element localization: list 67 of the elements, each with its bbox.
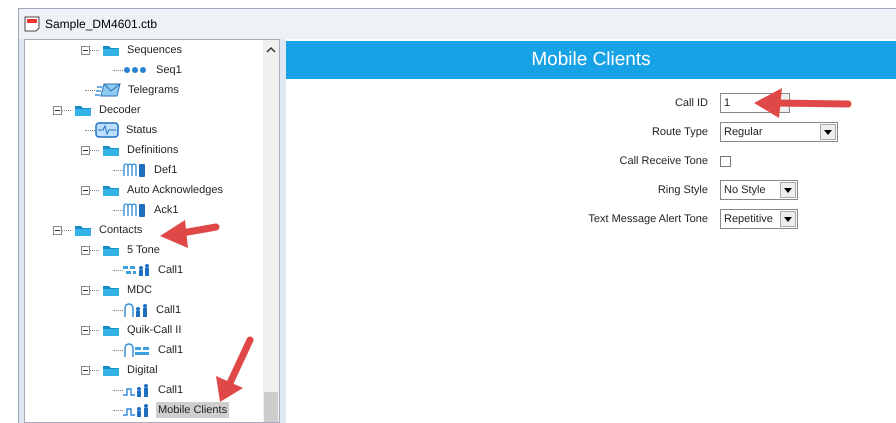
field-label: Call ID — [674, 97, 709, 109]
scroll-thumb[interactable] — [264, 392, 278, 422]
tree-item[interactable]: Contacts — [97, 222, 144, 238]
panel-header: Mobile Clients — [286, 39, 896, 79]
pulse-people-icon — [123, 382, 151, 398]
tree-item[interactable]: Digital — [125, 362, 160, 378]
tree-item[interactable]: Call1 — [156, 382, 186, 398]
arrow-annotation — [216, 336, 254, 402]
wave-radio-icon — [123, 162, 147, 178]
tree-item[interactable]: Def1 — [152, 162, 180, 178]
folder-icon — [102, 363, 120, 377]
tree-item[interactable]: Call1 — [156, 262, 186, 278]
folder-icon — [74, 103, 92, 117]
field-label: Call Receive Tone — [618, 155, 709, 167]
folder-icon — [102, 243, 120, 257]
collapse-toggle[interactable] — [81, 326, 90, 334]
tree-item[interactable]: Mobile Clients — [156, 402, 230, 418]
pulse-people-icon — [123, 402, 151, 418]
arch-bars-icon — [123, 342, 151, 358]
folder-icon — [102, 43, 120, 57]
collapse-toggle[interactable] — [81, 246, 90, 254]
window-title: Sample_DM4601.ctb — [45, 17, 158, 31]
folder-icon — [74, 223, 92, 237]
dropdown-arrow-icon[interactable] — [784, 188, 792, 192]
tree-item[interactable]: Auto Acknowledges — [125, 182, 226, 198]
dots-icon — [123, 65, 149, 75]
tree-item[interactable]: Ack1 — [152, 202, 180, 218]
folder-icon — [102, 323, 120, 337]
collapse-toggle[interactable] — [81, 186, 90, 194]
tree-item[interactable]: 5 Tone — [125, 242, 162, 258]
field-label: Route Type — [650, 126, 709, 138]
folder-icon — [102, 183, 120, 197]
tree-item[interactable]: Call1 — [154, 302, 184, 318]
dropdown[interactable]: No Style — [720, 180, 798, 200]
checkbox[interactable] — [720, 156, 731, 166]
tree-item[interactable]: Decoder — [97, 102, 143, 118]
dropdown[interactable]: Repetitive — [720, 209, 798, 229]
envelope-icon — [95, 83, 121, 97]
collapse-toggle[interactable] — [53, 226, 62, 234]
tree-item[interactable]: Call1 — [156, 342, 186, 358]
tree-item[interactable]: Telegrams — [126, 82, 181, 98]
tree-item[interactable]: MDC — [125, 282, 154, 298]
tree-item[interactable]: Seq1 — [154, 62, 184, 78]
dropdown-arrow-icon[interactable] — [824, 130, 832, 134]
scrollbar[interactable] — [263, 40, 279, 422]
tone-people-icon — [123, 263, 151, 277]
dropdown-arrow-icon[interactable] — [784, 216, 792, 222]
arch-people-icon — [123, 302, 149, 318]
collapse-toggle[interactable] — [81, 46, 90, 54]
wave-radio-icon — [123, 202, 147, 218]
document-icon — [24, 16, 40, 32]
field-label: Text Message Alert Tone — [587, 213, 709, 225]
folder-icon — [102, 143, 120, 157]
dropdown[interactable]: Regular — [720, 122, 838, 142]
collapse-toggle[interactable] — [53, 106, 62, 114]
collapse-toggle[interactable] — [81, 366, 90, 374]
tree-item[interactable]: Status — [124, 122, 160, 138]
tree-item[interactable]: Quik-Call II — [125, 322, 184, 338]
folder-icon — [102, 283, 120, 297]
waveform-icon — [95, 122, 119, 138]
arrow-annotation — [160, 220, 220, 248]
tree-item[interactable]: Sequences — [125, 42, 184, 58]
scroll-up-icon[interactable] — [266, 46, 276, 53]
collapse-toggle[interactable] — [81, 286, 90, 294]
collapse-toggle[interactable] — [81, 146, 90, 154]
field-label: Ring Style — [656, 184, 709, 196]
tree-item[interactable]: Definitions — [125, 142, 180, 158]
